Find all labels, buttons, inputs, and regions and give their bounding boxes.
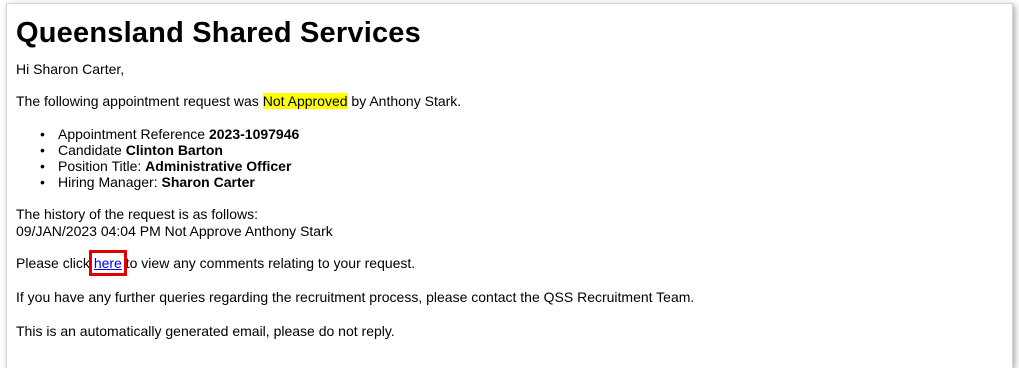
bullet-icon: • (40, 142, 45, 158)
comments-here-link[interactable]: here (88, 250, 127, 276)
intro-paragraph: The following appointment request was No… (16, 93, 1002, 110)
history-heading: The history of the request is as follows… (16, 206, 258, 222)
history-section: The history of the request is as follows… (16, 206, 1002, 240)
detail-value: Sharon Carter (161, 174, 255, 190)
detail-value: Administrative Officer (145, 158, 292, 174)
queries-text: If you have any further queries regardin… (16, 289, 695, 305)
bullet-icon: • (40, 174, 45, 190)
history-entry: 09/JAN/2023 04:04 PM Not Approve Anthony… (16, 223, 333, 239)
detail-item-candidate: • Candidate Clinton Barton (40, 142, 1002, 158)
details-list: • Appointment Reference 2023-1097946 • Can… (16, 126, 1002, 190)
bullet-icon: • (40, 158, 45, 174)
detail-label: Position Title: (58, 158, 146, 174)
detail-value: Clinton Barton (125, 142, 223, 158)
bullet-icon: • (40, 126, 45, 142)
status-highlight: Not Approved (262, 93, 348, 109)
detail-label: Hiring Manager: (58, 174, 162, 190)
auto-generated-notice: This is an automatically generated email… (16, 323, 395, 339)
detail-value: 2023-1097946 (208, 126, 300, 142)
detail-label: Candidate (58, 142, 126, 158)
email-heading: Queensland Shared Services (16, 17, 421, 49)
email-body: Queensland Shared Services Hi Sharon Car… (6, 3, 1013, 368)
email-content: Queensland Shared Services Hi Sharon Car… (16, 4, 1002, 340)
detail-item-hiring-manager: • Hiring Manager: Sharon Carter (40, 174, 1002, 190)
greeting-text: Hi Sharon Carter, (16, 61, 125, 77)
comments-link-paragraph: Please click here to view any comments r… (16, 250, 1002, 276)
intro-prefix: The following appointment request was (16, 93, 263, 109)
click-prefix: Please click (16, 255, 94, 271)
detail-item-position: • Position Title: Administrative Officer (40, 158, 1002, 174)
intro-suffix: by Anthony Stark. (347, 93, 462, 109)
detail-item-reference: • Appointment Reference 2023-1097946 (40, 126, 1002, 142)
detail-label: Appointment Reference (58, 126, 209, 142)
click-suffix: to view any comments relating to your re… (121, 255, 416, 271)
